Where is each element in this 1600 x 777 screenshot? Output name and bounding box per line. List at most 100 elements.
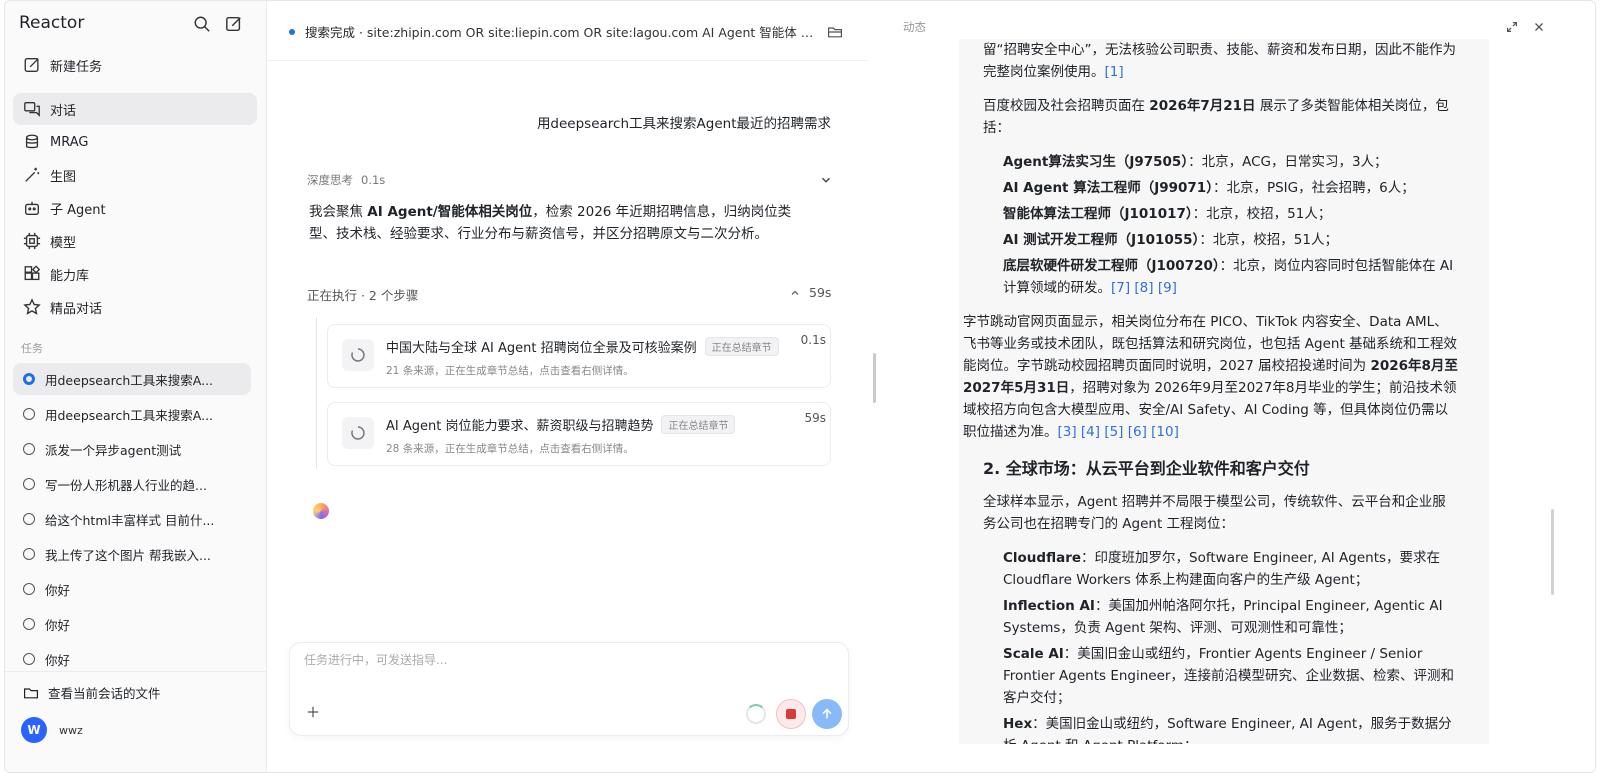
task-item[interactable]: 写一份人形机器人行业的趋... — [13, 468, 251, 500]
list-item: AI Agent 算法工程师（J99071）：北京，PSIG，社会招聘，6人； — [983, 177, 1459, 199]
search-icon[interactable] — [193, 15, 211, 33]
job-desc: ：北京，PSIG，社会招聘，6人； — [1212, 180, 1415, 196]
citation-link[interactable]: [3] [4] [5] [6] [10] — [1058, 424, 1179, 440]
global-job-list: Cloudflare：印度班加罗尔，Software Engineer, AI … — [983, 547, 1459, 744]
execution-header: 正在执行 · 2 个步骤 — [307, 288, 419, 303]
assistant-typing-orb-icon — [313, 503, 329, 519]
nav-item-image-gen[interactable]: 生图 — [13, 159, 257, 191]
task-label: 用deepsearch工具来搜索A... — [45, 372, 214, 388]
job-desc: ：北京，校招，51人； — [1199, 232, 1338, 248]
job-name: 智能体算法工程师（J101017） — [1003, 206, 1193, 222]
job-desc: ：北京，校招，51人； — [1192, 206, 1332, 222]
step-duration: 59s — [804, 411, 826, 425]
blocks-icon — [24, 265, 41, 281]
thinking-header[interactable]: 深度思考 0.1s — [307, 172, 385, 188]
files-link-label: 查看当前会话的文件 — [48, 686, 161, 701]
close-icon[interactable] — [1532, 20, 1546, 34]
user-profile[interactable]: W wwz — [21, 717, 83, 743]
task-item[interactable]: 派发一个异步agent测试 — [13, 433, 251, 465]
steps-timeline — [316, 317, 317, 469]
report-paragraph: 字节跳动官网页面显示，相关岗位分布在 PICO、TikTok 内容安全、Data… — [963, 311, 1459, 443]
user-message: 用deepsearch工具来搜索Agent最近的招聘需求 — [536, 116, 831, 132]
list-item: Agent算法实习生（J97505）：北京，ACG，日常实习，3人； — [983, 151, 1459, 173]
step-card[interactable]: 中国大陆与全球 AI Agent 招聘岗位全景及可核验案例 正在总结章节 21 条… — [327, 324, 831, 388]
expand-icon[interactable] — [1505, 20, 1519, 34]
company-name: Hex — [1003, 716, 1033, 732]
citation-link[interactable]: [1] — [1105, 64, 1124, 80]
company-name: Inflection AI — [1003, 598, 1095, 614]
company-desc: ：美国旧金山或纽约，Frontier Agents Engineer / Sen… — [1003, 646, 1454, 706]
thinking-label: 深度思考 — [307, 173, 353, 187]
send-button[interactable] — [812, 699, 842, 729]
chat-icon — [24, 102, 40, 117]
nav-label: 生图 — [50, 169, 77, 185]
folder-open-icon[interactable] — [827, 24, 843, 40]
tasks-section-label: 任务 — [21, 342, 43, 355]
execution-toggle[interactable]: 59s — [789, 285, 831, 300]
nav-item-models[interactable]: 模型 — [13, 225, 257, 257]
arrow-up-icon — [822, 708, 832, 719]
task-label: 你好 — [45, 617, 71, 633]
task-label: 派发一个异步agent测试 — [45, 442, 182, 458]
job-name: Agent算法实习生（J97505） — [1003, 154, 1189, 170]
view-session-files-link[interactable]: 查看当前会话的文件 — [23, 683, 161, 702]
user-name: wwz — [59, 723, 83, 737]
report-body: 留“招聘安全中心”，无法核验公司职责、技能、薪资和发布日期，因此不能作为完整岗位… — [963, 39, 1459, 744]
step-title-row: AI Agent 岗位能力要求、薪资职级与招聘趋势 正在总结章节 — [386, 415, 736, 434]
task-label: 你好 — [45, 582, 71, 598]
status-badge: 正在总结章节 — [704, 337, 779, 356]
brand-title: Reactor — [19, 13, 85, 33]
company-desc: ：美国旧金山或纽约，Software Engineer, AI Agent，服务… — [1003, 716, 1452, 744]
task-item[interactable]: 我上传了这个图片 帮我嵌入... — [13, 538, 251, 570]
nav-label: 精品对话 — [50, 301, 103, 317]
scrollbar-thumb[interactable] — [1551, 509, 1554, 595]
task-item[interactable]: 你好 — [13, 608, 251, 640]
nav-item-mrag[interactable]: MRAG — [13, 126, 257, 158]
new-task-button[interactable]: 新建任务 — [13, 49, 257, 81]
nav-item-sub-agent[interactable]: 子 Agent — [13, 192, 257, 224]
task-radio — [23, 653, 35, 665]
paragraph-text: 留“招聘安全中心”，无法核验公司职责、技能、薪资和发布日期，因此不能作为完整岗位… — [983, 42, 1456, 80]
status-query: site:zhipin.com OR site:liepin.com OR si… — [366, 25, 817, 40]
nav-item-chat[interactable]: 对话 — [13, 93, 257, 125]
thinking-content: 我会聚焦 AI Agent/智能体相关岗位，检索 2026 年近期招聘信息，归纳… — [309, 201, 799, 245]
star-icon — [23, 298, 41, 315]
message-input[interactable] — [304, 653, 824, 667]
step-title: 中国大陆与全球 AI Agent 招聘岗位全景及可核验案例 — [386, 341, 697, 356]
spinner-icon — [342, 339, 374, 371]
pane-resize-handle[interactable] — [873, 353, 876, 403]
status-prefix: 搜索完成 · — [305, 25, 367, 40]
progress-ring-icon — [746, 704, 766, 724]
task-radio — [23, 478, 35, 490]
list-item: Cloudflare：印度班加罗尔，Software Engineer, AI … — [983, 547, 1459, 591]
task-radio — [23, 548, 35, 560]
task-item[interactable]: 用deepsearch工具来搜索A... — [13, 363, 251, 395]
report-paragraph: 百度校园及社会招聘页面在 2026年7月21日 展示了多类智能体相关岗位，包括： — [983, 95, 1459, 139]
plus-icon[interactable] — [306, 705, 320, 719]
task-label: 用deepsearch工具来搜索A... — [45, 407, 214, 423]
step-title-row: 中国大陆与全球 AI Agent 招聘岗位全景及可核验案例 正在总结章节 — [386, 337, 779, 356]
company-name: Scale AI — [1003, 646, 1064, 662]
compose-icon[interactable] — [225, 15, 243, 33]
database-icon — [25, 134, 39, 149]
stop-button[interactable] — [776, 699, 806, 729]
task-item[interactable]: 用deepsearch工具来搜索A... — [13, 398, 251, 430]
nav-item-capabilities[interactable]: 能力库 — [13, 258, 257, 290]
thinking-pre: 我会聚焦 — [309, 204, 368, 220]
nav-item-featured-chats[interactable]: 精品对话 — [13, 291, 257, 323]
job-name: 底层软硬件研发工程师（J100720） — [1003, 258, 1220, 274]
paragraph-pre: 百度校园及社会招聘页面在 — [983, 98, 1150, 114]
list-item: Scale AI：美国旧金山或纽约，Frontier Agents Engine… — [983, 643, 1459, 709]
search-status-bar[interactable]: 搜索完成 · site:zhipin.com OR site:liepin.co… — [289, 22, 869, 41]
citation-link[interactable]: [7] [8] [9] — [1111, 280, 1177, 296]
chevron-down-icon[interactable] — [819, 173, 833, 187]
status-dot — [289, 28, 295, 35]
message-composer — [289, 642, 849, 736]
nav-label: 能力库 — [50, 268, 90, 284]
company-name: Cloudflare — [1003, 550, 1082, 566]
step-title: AI Agent 岗位能力要求、薪资职级与招聘趋势 — [386, 419, 654, 434]
step-card[interactable]: AI Agent 岗位能力要求、薪资职级与招聘趋势 正在总结章节 28 条来源，正… — [327, 402, 831, 466]
nav-label: 对话 — [50, 103, 77, 119]
task-item[interactable]: 给这个html丰富样式 目前什... — [13, 503, 251, 535]
task-item[interactable]: 你好 — [13, 573, 251, 605]
